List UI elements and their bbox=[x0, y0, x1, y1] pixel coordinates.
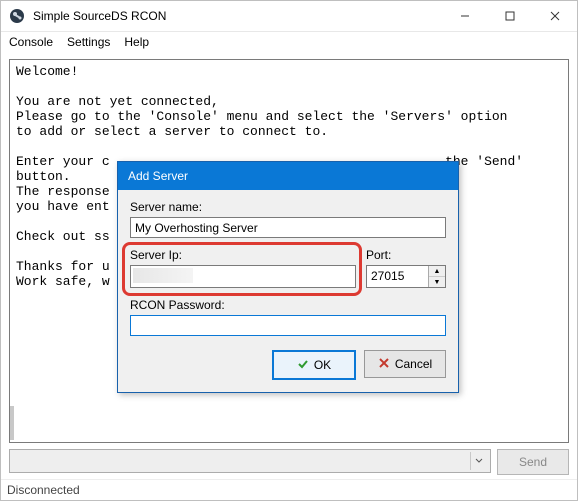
statusbar: Disconnected bbox=[1, 479, 577, 500]
redacted-ip-icon bbox=[133, 268, 193, 283]
server-name-input[interactable] bbox=[130, 217, 446, 238]
ok-button[interactable]: OK bbox=[272, 350, 356, 380]
server-name-field: Server name: bbox=[130, 200, 446, 238]
menubar: Console Settings Help bbox=[1, 32, 577, 55]
port-field: Port: ▲ ▼ bbox=[366, 248, 446, 288]
spinner-up-icon[interactable]: ▲ bbox=[429, 266, 445, 277]
server-ip-label: Server Ip: bbox=[130, 248, 356, 262]
dialog-title: Add Server bbox=[118, 162, 458, 190]
command-input-row: Send bbox=[9, 449, 569, 475]
add-server-dialog: Add Server Server name: Server Ip: Port: bbox=[117, 161, 459, 393]
check-icon bbox=[297, 358, 309, 373]
spinner-arrows: ▲ ▼ bbox=[428, 266, 445, 287]
status-text: Disconnected bbox=[7, 483, 80, 497]
minimize-button[interactable] bbox=[442, 2, 487, 31]
menu-settings[interactable]: Settings bbox=[67, 35, 110, 49]
window-title: Simple SourceDS RCON bbox=[33, 9, 442, 23]
port-spinner[interactable]: ▲ ▼ bbox=[366, 265, 446, 288]
main-window: Simple SourceDS RCON Console Settings He… bbox=[0, 0, 578, 501]
port-input[interactable] bbox=[367, 266, 428, 285]
cancel-label: Cancel bbox=[395, 357, 432, 371]
ok-label: OK bbox=[314, 358, 331, 372]
app-icon bbox=[9, 8, 25, 24]
x-icon bbox=[378, 357, 390, 372]
window-controls bbox=[442, 2, 577, 31]
server-ip-field: Server Ip: bbox=[130, 248, 356, 288]
scroll-handle[interactable] bbox=[10, 406, 14, 440]
rcon-password-label: RCON Password: bbox=[130, 298, 446, 312]
menu-help[interactable]: Help bbox=[124, 35, 149, 49]
maximize-button[interactable] bbox=[487, 2, 532, 31]
ip-port-row: Server Ip: Port: ▲ ▼ bbox=[130, 248, 446, 288]
spinner-down-icon[interactable]: ▼ bbox=[429, 277, 445, 287]
command-combo[interactable] bbox=[9, 449, 491, 473]
close-button[interactable] bbox=[532, 2, 577, 31]
dialog-buttons: OK Cancel bbox=[130, 350, 446, 380]
chevron-down-icon[interactable] bbox=[470, 452, 487, 470]
dialog-body: Server name: Server Ip: Port: ▲ bbox=[118, 190, 458, 392]
rcon-password-input[interactable] bbox=[130, 315, 446, 336]
rcon-password-field: RCON Password: bbox=[130, 298, 446, 336]
cancel-button[interactable]: Cancel bbox=[364, 350, 446, 378]
server-ip-input[interactable] bbox=[130, 265, 356, 288]
port-label: Port: bbox=[366, 248, 446, 262]
menu-console[interactable]: Console bbox=[9, 35, 53, 49]
send-button[interactable]: Send bbox=[497, 449, 569, 475]
server-name-label: Server name: bbox=[130, 200, 446, 214]
titlebar: Simple SourceDS RCON bbox=[1, 1, 577, 32]
